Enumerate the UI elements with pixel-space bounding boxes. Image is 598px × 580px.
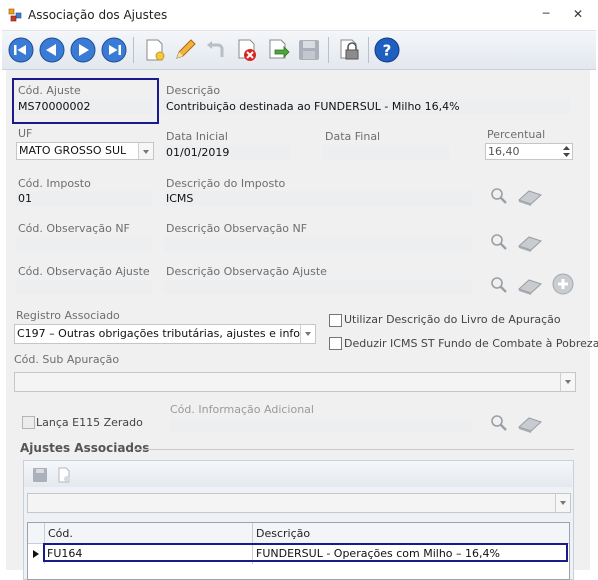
- registro-associado-value: C197 – Outras obrigações tributárias, aj…: [17, 327, 316, 340]
- cod-obs-ajuste-field[interactable]: [16, 280, 152, 294]
- uf-label: UF: [18, 127, 33, 140]
- save-icon[interactable]: [295, 36, 323, 64]
- data-final-field[interactable]: [323, 145, 449, 160]
- current-row-indicator-icon: [33, 550, 39, 558]
- utilizar-descricao-label: Utilizar Descrição do Livro de Apuração: [344, 313, 561, 326]
- cod-sub-apuracao-label: Cód. Sub Apuração: [14, 353, 120, 366]
- column-header-cod[interactable]: Cód.: [48, 527, 73, 540]
- cod-obs-ajuste-label: Cód. Observação Ajuste: [18, 265, 150, 278]
- percentual-value: 16,40: [488, 145, 520, 158]
- data-inicial-field[interactable]: 01/01/2019: [164, 145, 290, 160]
- uf-value: MATO GROSSO SUL: [19, 144, 127, 157]
- cod-info-adicional-field[interactable]: [170, 419, 472, 432]
- search-info-adicional-icon[interactable]: [490, 414, 508, 432]
- column-header-descricao[interactable]: Descrição: [256, 527, 310, 540]
- toolbar: ?: [2, 30, 596, 70]
- search-imposto-icon[interactable]: [490, 187, 508, 205]
- selected-row-highlight: [43, 543, 568, 562]
- window-title: Associação dos Ajustes: [28, 8, 168, 22]
- minimize-button[interactable]: ─: [538, 6, 554, 22]
- uf-dropdown-arrow-icon[interactable]: [138, 143, 153, 159]
- first-record-icon[interactable]: [7, 36, 35, 64]
- deduzir-icms-checkbox[interactable]: [329, 337, 342, 350]
- spinner-arrows-icon[interactable]: [562, 145, 571, 158]
- lanca-e115-checkbox[interactable]: [22, 416, 35, 429]
- deduzir-icms-label: Deduzir ICMS ST Fundo de Combate à Pobre…: [344, 337, 598, 350]
- lock-icon[interactable]: [335, 36, 363, 64]
- registro-associado-select[interactable]: C197 – Outras obrigações tributárias, aj…: [14, 324, 316, 344]
- grid-new-icon[interactable]: [56, 467, 72, 483]
- undo-icon[interactable]: [202, 36, 230, 64]
- data-inicial-label: Data Inicial: [166, 130, 228, 143]
- grid-toolbar: [24, 461, 572, 487]
- sub-apuracao-dropdown-arrow-icon[interactable]: [560, 373, 575, 391]
- cod-obs-nf-label: Cód. Observação NF: [18, 222, 130, 235]
- data-final-label: Data Final: [325, 130, 381, 143]
- cod-info-adicional-label: Cód. Informação Adicional: [170, 403, 314, 416]
- descricao-imposto-label: Descrição do Imposto: [166, 177, 286, 190]
- registro-dropdown-arrow-icon[interactable]: [300, 325, 315, 343]
- uf-select[interactable]: MATO GROSSO SUL: [16, 142, 154, 160]
- search-obs-nf-icon[interactable]: [490, 233, 508, 251]
- clear-obs-ajuste-icon[interactable]: [517, 277, 543, 295]
- descricao-field[interactable]: Contribuição destinada ao FUNDERSUL - Mi…: [164, 99, 570, 114]
- help-icon[interactable]: ?: [373, 36, 401, 64]
- cod-obs-nf-field[interactable]: [16, 237, 152, 251]
- grid-filter-dropdown-arrow-icon[interactable]: [555, 494, 570, 512]
- edit-icon[interactable]: [171, 36, 199, 64]
- ajustes-associados-title: Ajustes Associados: [20, 441, 150, 455]
- percentual-label: Percentual: [487, 128, 546, 141]
- cod-sub-apuracao-select[interactable]: [14, 372, 576, 392]
- descricao-obs-ajuste-field[interactable]: [164, 280, 472, 294]
- cod-imposto-field[interactable]: 01: [16, 191, 152, 206]
- title-bar: Associação dos Ajustes ─ ✕: [0, 0, 598, 30]
- cod-ajuste-label: Cód. Ajuste: [18, 84, 81, 97]
- clear-info-adicional-icon[interactable]: [517, 415, 543, 433]
- lanca-e115-label: Lança E115 Zerado: [36, 416, 143, 429]
- new-record-icon[interactable]: [140, 36, 168, 64]
- close-button[interactable]: ✕: [570, 6, 586, 22]
- grid-filter-select[interactable]: [27, 493, 571, 513]
- cod-imposto-label: Cód. Imposto: [18, 177, 91, 190]
- clear-imposto-icon[interactable]: [517, 188, 543, 206]
- previous-record-icon[interactable]: [38, 36, 66, 64]
- last-record-icon[interactable]: [100, 36, 128, 64]
- utilizar-descricao-checkbox[interactable]: [329, 314, 342, 327]
- descricao-label: Descrição: [166, 84, 221, 97]
- search-obs-ajuste-icon[interactable]: [490, 276, 508, 294]
- add-obs-ajuste-icon[interactable]: [552, 273, 574, 295]
- delete-icon[interactable]: [233, 36, 261, 64]
- cod-ajuste-field[interactable]: MS70000002: [16, 99, 152, 114]
- descricao-obs-ajuste-label: Descrição Observação Ajuste: [166, 265, 327, 278]
- group-divider: [134, 449, 574, 450]
- grid-save-icon[interactable]: [32, 467, 48, 483]
- descricao-obs-nf-field[interactable]: [164, 237, 472, 251]
- app-icon: [8, 8, 22, 22]
- clear-obs-nf-icon[interactable]: [517, 234, 543, 252]
- svg-text:?: ?: [383, 42, 392, 60]
- registro-associado-label: Registro Associado: [16, 309, 120, 322]
- descricao-imposto-field[interactable]: ICMS: [164, 191, 472, 206]
- next-record-icon[interactable]: [69, 36, 97, 64]
- confirm-icon[interactable]: [264, 36, 292, 64]
- percentual-spinner[interactable]: 16,40: [485, 143, 573, 160]
- table-header: Cód. Descrição: [28, 523, 569, 544]
- descricao-obs-nf-label: Descrição Observação NF: [166, 222, 308, 235]
